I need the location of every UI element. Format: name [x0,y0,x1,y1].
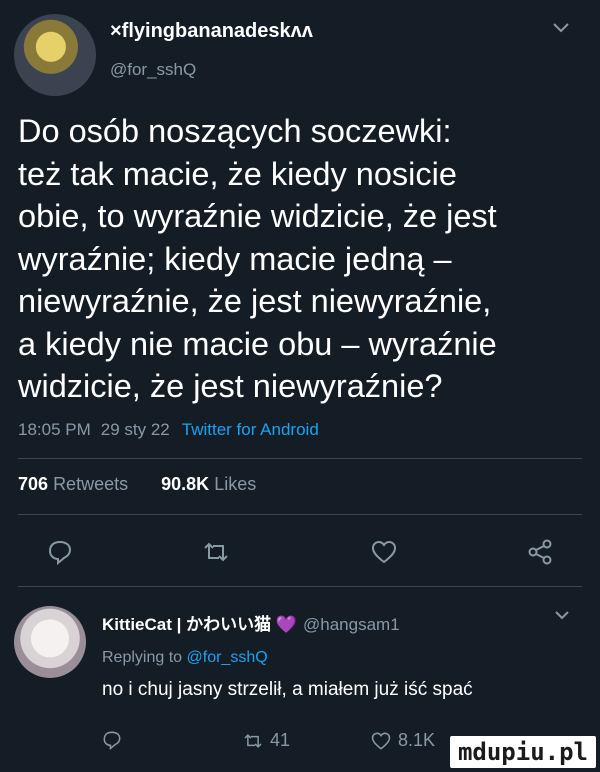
display-name[interactable]: ×flyingbananadeskʌʌ [110,20,313,43]
reply-display-name[interactable]: KittieCat | かわいい猫 💜 [102,615,297,634]
replying-to-label: Replying to [102,649,183,666]
reply-icon[interactable] [102,730,122,750]
reply-user-handle[interactable]: @hangsam1 [303,615,400,634]
tweet-stats: 706 Retweets 90.8K Likes [18,474,256,495]
reply-likes-count: 8.1K [398,730,436,750]
tweet-date: 29 sty 22 [100,420,170,439]
via-link[interactable]: Twitter for Android [182,420,319,439]
avatar[interactable] [14,14,96,96]
reply-text: no i chuj jasny strzelił, a miałem już i… [102,679,473,700]
reply-icon[interactable] [40,532,80,572]
replying-to-handle[interactable]: @for_sshQ [187,649,268,666]
avatar[interactable] [14,606,86,678]
retweets-count[interactable]: 706 [18,474,48,494]
like-button[interactable]: 8.1K [370,730,435,751]
tweet-time: 18:05 PM [18,420,91,439]
retweet-icon [242,731,264,751]
likes-count[interactable]: 90.8K [161,474,209,494]
divider [18,586,582,587]
tweet-meta: 18:05 PM 29 sty 22 Twitter for Android [18,420,319,440]
user-handle[interactable]: @for_sshQ [110,60,196,80]
divider [18,458,582,459]
heart-icon[interactable] [364,532,404,572]
reply-retweets-count: 41 [270,730,291,750]
watermark-logo: mdupiu.pl [449,736,596,768]
likes-label[interactable]: Likes [214,474,256,494]
heart-icon [370,731,392,751]
chevron-down-icon[interactable] [552,22,570,34]
retweet-button[interactable]: 41 [242,730,290,751]
reply-tweet: KittieCat | かわいい猫 💜 @hangsam1 Replying to… [102,610,582,701]
share-icon[interactable] [520,532,560,572]
replying-to: Replying to @for_sshQ [102,649,582,667]
divider [18,514,582,515]
retweets-label[interactable]: Retweets [53,474,128,494]
retweet-icon[interactable] [196,532,236,572]
tweet-text: Do osób noszących soczewki: też tak maci… [18,113,497,404]
